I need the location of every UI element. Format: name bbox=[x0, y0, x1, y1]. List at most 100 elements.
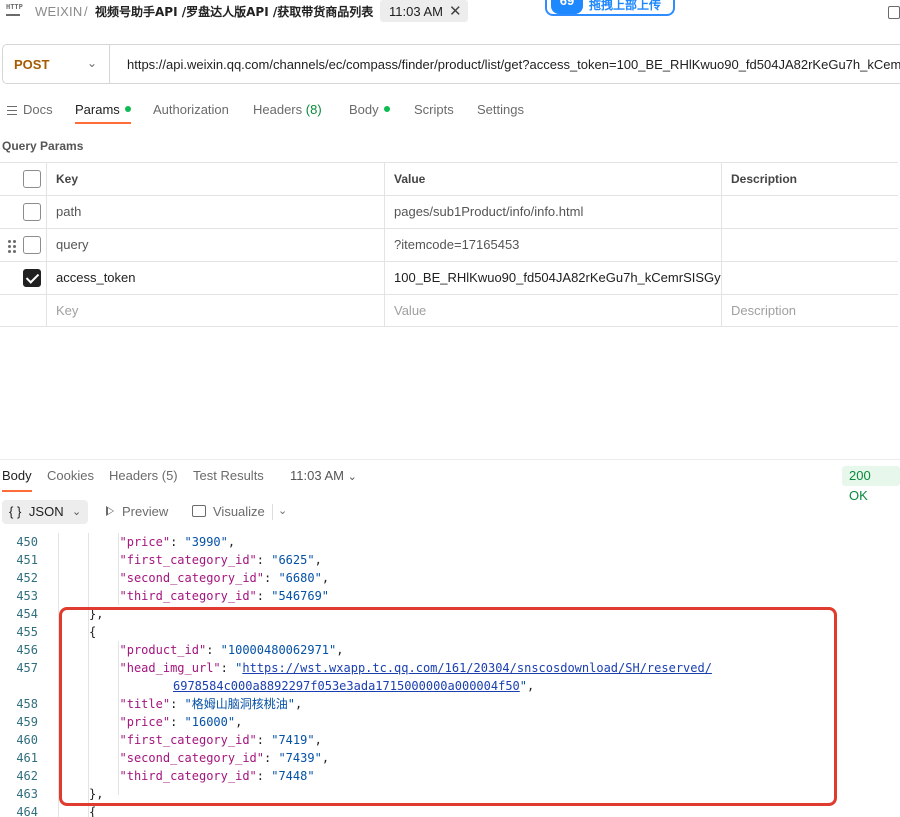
braces-icon: { } bbox=[9, 504, 22, 519]
table-row: query ?itemcode=17165453 bbox=[0, 228, 898, 261]
request-tabs: Docs Params Authorization Headers (8) Bo… bbox=[0, 97, 900, 123]
tab-body[interactable]: Body bbox=[349, 102, 390, 117]
row-checkbox[interactable] bbox=[23, 236, 41, 254]
preview-label: Preview bbox=[122, 504, 169, 519]
param-value[interactable]: ?itemcode=17165453 bbox=[384, 229, 721, 261]
status-dot-icon bbox=[124, 106, 131, 112]
code-line: 456 "product_id": "10000480062971", bbox=[0, 641, 900, 659]
param-description[interactable] bbox=[721, 229, 898, 261]
table-row-new: Key Value Description bbox=[0, 294, 898, 327]
active-tab-indicator bbox=[2, 490, 32, 492]
close-icon[interactable]: ✕ bbox=[449, 2, 462, 20]
http-method-select[interactable]: POST bbox=[14, 57, 49, 72]
code-line: 455 { bbox=[0, 623, 900, 641]
code-line: 450 "price": "3990", bbox=[0, 533, 900, 551]
url-link[interactable]: https://wst.wxapp.tc.qq.com/161/20304/sn… bbox=[242, 661, 712, 675]
tab-headers-count: (8) bbox=[305, 102, 322, 117]
status-badge: 200 OK bbox=[842, 466, 900, 503]
upload-overlay-badge[interactable]: 69 拖拽上部上传 bbox=[545, 0, 675, 16]
table-header-row: Key Value Description bbox=[0, 162, 898, 195]
active-tab-indicator bbox=[75, 122, 131, 124]
row-checkbox-cell bbox=[0, 262, 46, 294]
preview-button[interactable]: Preview bbox=[106, 504, 168, 519]
code-text: "first_category_id": "7419", bbox=[119, 733, 322, 747]
param-key[interactable]: query bbox=[46, 229, 384, 261]
line-number: 455 bbox=[16, 625, 38, 639]
code-text: "second_category_id": "7439", bbox=[119, 751, 330, 765]
response-tabs: Body Cookies Headers (5) Test Results 11… bbox=[0, 462, 900, 490]
param-key[interactable]: path bbox=[46, 196, 384, 228]
code-text: "first_category_id": "6625", bbox=[119, 553, 322, 567]
table-row: access_token 100_BE_RHlKwuo90_fd504JA82r… bbox=[0, 261, 898, 294]
chevron-down-icon: ⌄ bbox=[72, 506, 82, 518]
line-number: 454 bbox=[16, 607, 38, 621]
chevron-down-icon[interactable]: ⌄ bbox=[87, 56, 97, 70]
tab-body-label: Body bbox=[349, 102, 379, 117]
tab-params[interactable]: Params bbox=[75, 102, 131, 117]
param-key[interactable]: access_token bbox=[46, 262, 384, 294]
code-text: "product_id": "10000480062971", bbox=[119, 643, 344, 657]
top-bar: HTTP WEIXIN / 视频号助手API /罗盘达人版API /获取带货商品… bbox=[0, 0, 900, 26]
line-number: 461 bbox=[16, 751, 38, 765]
upload-badge-label: 拖拽上部上传 bbox=[589, 0, 662, 12]
chevron-down-icon[interactable]: ⌄ bbox=[278, 504, 287, 517]
description-input[interactable]: Description bbox=[721, 295, 898, 327]
code-text: "price": "16000", bbox=[119, 715, 243, 729]
tab-settings[interactable]: Settings bbox=[477, 102, 524, 117]
param-value[interactable]: 100_BE_RHlKwuo90_fd504JA82rKeGu7h_kCemrS… bbox=[384, 262, 721, 294]
tab-scripts[interactable]: Scripts bbox=[414, 102, 454, 117]
chevron-down-icon: ⌄ bbox=[347, 471, 357, 483]
row-checkbox-cell bbox=[0, 229, 46, 261]
response-history-dropdown[interactable]: 11:03 AM ⌄ bbox=[290, 468, 357, 483]
tab-authorization[interactable]: Authorization bbox=[153, 102, 229, 117]
response-tab-headers[interactable]: Headers (5) bbox=[109, 468, 178, 483]
format-select[interactable]: { } JSON ⌄ bbox=[2, 500, 88, 524]
param-description[interactable] bbox=[721, 262, 898, 294]
row-checkbox[interactable] bbox=[23, 203, 41, 221]
tab-params-label: Params bbox=[75, 102, 120, 117]
response-tab-test-results[interactable]: Test Results bbox=[193, 468, 264, 483]
visualize-label: Visualize bbox=[213, 504, 265, 519]
visualize-button[interactable]: Visualize bbox=[192, 504, 265, 519]
drag-handle-icon[interactable] bbox=[8, 240, 16, 253]
param-value[interactable]: pages/sub1Product/info/info.html bbox=[384, 196, 721, 228]
line-number: 457 bbox=[16, 661, 38, 675]
line-number: 450 bbox=[16, 535, 38, 549]
url-link[interactable]: 6978584c000a8892297f053e3ada1715000000a0… bbox=[173, 679, 520, 693]
code-text: }, bbox=[89, 787, 104, 801]
tab-docs-label: Docs bbox=[23, 102, 53, 117]
select-all-checkbox[interactable] bbox=[23, 170, 41, 188]
http-request-icon: HTTP bbox=[6, 3, 24, 19]
code-line: 463}, bbox=[0, 785, 900, 803]
status-dot-icon bbox=[383, 106, 390, 112]
line-number: 453 bbox=[16, 589, 38, 603]
param-description[interactable] bbox=[721, 196, 898, 228]
tab-headers-label: Headers bbox=[253, 102, 303, 117]
code-text: "title": "格姆山脑洞核桃油", bbox=[119, 697, 303, 711]
image-icon bbox=[192, 505, 206, 517]
request-tab-label: 11:03 AM bbox=[389, 4, 443, 19]
request-tab[interactable]: 11:03 AM ✕ bbox=[380, 0, 468, 22]
code-line: 462 "third_category_id": "7448" bbox=[0, 767, 900, 785]
format-select-label: JSON bbox=[28, 504, 64, 519]
tab-headers[interactable]: Headers (8) bbox=[253, 102, 322, 117]
response-body-editor[interactable]: 450 "price": "3990", 451 "first_category_id… bbox=[0, 533, 900, 817]
table-row: path pages/sub1Product/info/info.html bbox=[0, 195, 898, 228]
tab-docs[interactable]: Docs bbox=[7, 102, 53, 117]
key-input[interactable]: Key bbox=[46, 295, 384, 327]
code-text: { bbox=[89, 625, 97, 639]
code-line: 460 "first_category_id": "7419", bbox=[0, 731, 900, 749]
value-input[interactable]: Value bbox=[384, 295, 721, 327]
row-checkbox-cell bbox=[0, 196, 46, 228]
row-checkbox-checked[interactable] bbox=[23, 269, 41, 287]
code-text: "second_category_id": "6680", bbox=[119, 571, 330, 585]
url-input[interactable]: https://api.weixin.qq.com/channels/ec/co… bbox=[127, 57, 900, 72]
response-tab-cookies[interactable]: Cookies bbox=[47, 468, 94, 483]
breadcrumb-workspace[interactable]: WEIXIN bbox=[35, 4, 82, 20]
line-number: 459 bbox=[16, 715, 38, 729]
code-line: 452 "second_category_id": "6680", bbox=[0, 569, 900, 587]
response-tab-body[interactable]: Body bbox=[2, 468, 32, 483]
breadcrumb-request-title[interactable]: 视频号助手API /罗盘达人版API /获取带货商品列表 bbox=[95, 4, 373, 20]
query-params-title: Query Params bbox=[2, 139, 84, 153]
save-icon[interactable] bbox=[888, 6, 900, 19]
